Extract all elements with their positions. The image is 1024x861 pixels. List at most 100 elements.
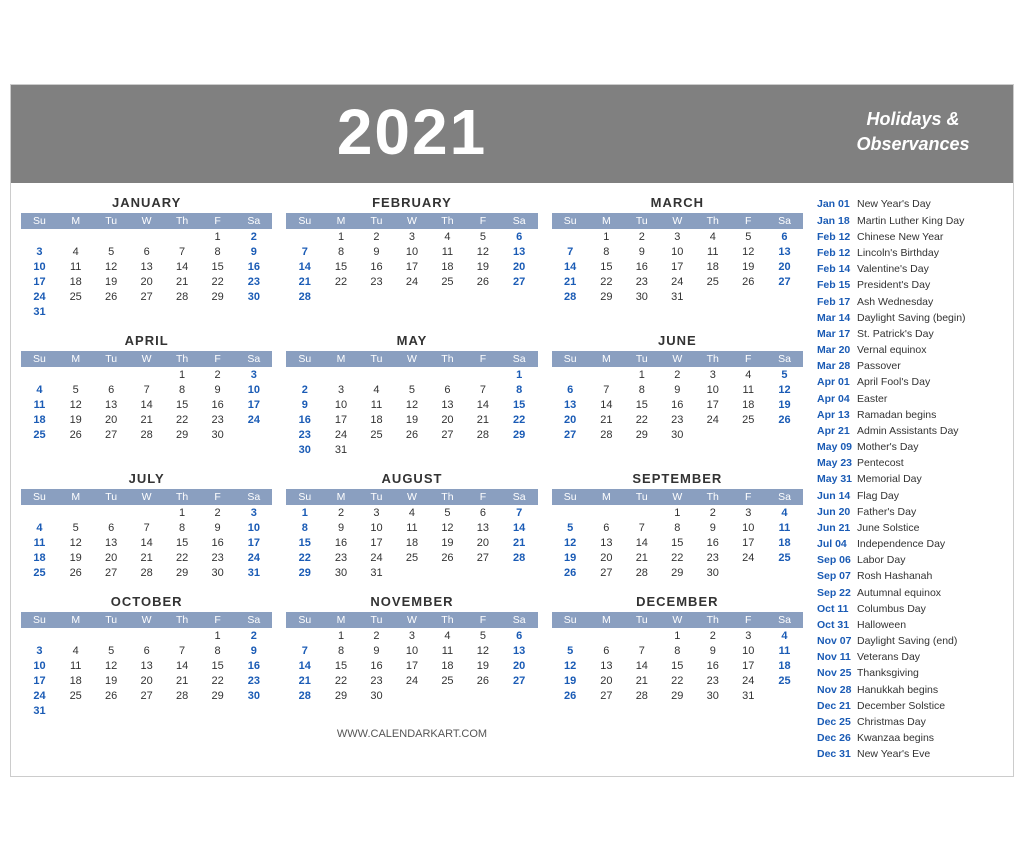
cal-day: 1 bbox=[660, 505, 695, 520]
month-name: NOVEMBER bbox=[286, 594, 537, 609]
cal-day: 10 bbox=[731, 643, 766, 658]
cal-day: 14 bbox=[465, 397, 500, 412]
month-block-november: NOVEMBERSuMTuWThFSa123456789101112131415… bbox=[284, 590, 539, 722]
holiday-name: New Year's Day bbox=[857, 197, 931, 211]
cal-day: 28 bbox=[129, 565, 164, 580]
cal-day: 23 bbox=[359, 673, 394, 688]
cal-day: 21 bbox=[501, 535, 538, 550]
cal-day: 8 bbox=[660, 643, 695, 658]
cal-day: 20 bbox=[501, 658, 538, 673]
weekday-header: Tu bbox=[624, 612, 659, 628]
cal-day: 28 bbox=[286, 688, 323, 703]
weekday-header: Su bbox=[286, 213, 323, 229]
cal-day: 23 bbox=[660, 412, 695, 427]
holiday-name: Halloween bbox=[857, 618, 906, 632]
cal-day: 31 bbox=[660, 289, 695, 304]
cal-day: 25 bbox=[731, 412, 766, 427]
holiday-row: Nov 07Daylight Saving (end) bbox=[817, 634, 1001, 648]
cal-day: 12 bbox=[731, 244, 766, 259]
cal-day: 14 bbox=[552, 259, 589, 274]
cal-day: 9 bbox=[624, 244, 659, 259]
weekday-header: M bbox=[58, 351, 93, 367]
cal-day: 28 bbox=[624, 565, 659, 580]
cal-day: 6 bbox=[501, 229, 538, 244]
cal-day bbox=[286, 367, 323, 382]
holiday-name: President's Day bbox=[857, 278, 930, 292]
cal-day bbox=[589, 505, 624, 520]
weekday-header: Tu bbox=[93, 351, 128, 367]
cal-table-september: SuMTuWThFSa12345678910111213141516171819… bbox=[552, 489, 803, 580]
cal-day: 3 bbox=[359, 505, 394, 520]
weekday-header: F bbox=[465, 489, 500, 505]
cal-day: 22 bbox=[164, 412, 200, 427]
cal-day: 29 bbox=[200, 289, 235, 304]
cal-day: 9 bbox=[695, 520, 731, 535]
cal-day: 3 bbox=[695, 367, 731, 382]
cal-day: 19 bbox=[430, 535, 466, 550]
holiday-row: Feb 12Lincoln's Birthday bbox=[817, 246, 1001, 260]
cal-day: 20 bbox=[129, 274, 164, 289]
cal-day: 2 bbox=[359, 628, 394, 643]
cal-day: 18 bbox=[766, 535, 803, 550]
cal-day: 11 bbox=[430, 244, 466, 259]
cal-day: 11 bbox=[695, 244, 731, 259]
cal-day: 17 bbox=[660, 259, 695, 274]
holiday-row: Mar 17St. Patrick's Day bbox=[817, 327, 1001, 341]
cal-day: 9 bbox=[695, 643, 731, 658]
cal-day: 31 bbox=[323, 442, 358, 457]
cal-day: 5 bbox=[394, 382, 429, 397]
month-block-june: JUNESuMTuWThFSa1234567891011121314151617… bbox=[550, 329, 805, 461]
cal-day: 7 bbox=[589, 382, 624, 397]
cal-day: 10 bbox=[323, 397, 358, 412]
cal-day: 20 bbox=[589, 550, 624, 565]
cal-day: 2 bbox=[624, 229, 659, 244]
cal-day bbox=[624, 628, 659, 643]
cal-day: 1 bbox=[200, 628, 235, 643]
cal-day: 2 bbox=[660, 367, 695, 382]
cal-day: 24 bbox=[235, 412, 272, 427]
month-name: SEPTEMBER bbox=[552, 471, 803, 486]
weekday-header: Su bbox=[552, 213, 589, 229]
cal-day: 9 bbox=[359, 643, 394, 658]
cal-day: 15 bbox=[164, 535, 200, 550]
cal-day: 24 bbox=[21, 688, 58, 703]
month-name: OCTOBER bbox=[21, 594, 272, 609]
cal-day: 11 bbox=[731, 382, 766, 397]
cal-day: 31 bbox=[21, 304, 58, 319]
cal-day: 13 bbox=[93, 397, 128, 412]
holiday-row: Mar 14Daylight Saving (begin) bbox=[817, 311, 1001, 325]
cal-day: 15 bbox=[323, 259, 358, 274]
holiday-name: Labor Day bbox=[857, 553, 905, 567]
cal-day bbox=[359, 442, 394, 457]
cal-table-february: SuMTuWThFSa12345678910111213141516171819… bbox=[286, 213, 537, 304]
cal-day: 22 bbox=[200, 673, 235, 688]
cal-day: 7 bbox=[129, 520, 164, 535]
cal-day: 12 bbox=[465, 244, 500, 259]
cal-day: 3 bbox=[235, 367, 272, 382]
month-block-october: OCTOBERSuMTuWThFSa1234567891011121314151… bbox=[19, 590, 274, 722]
cal-day: 7 bbox=[286, 643, 323, 658]
month-block-april: APRILSuMTuWThFSa123456789101112131415161… bbox=[19, 329, 274, 461]
year-area: 2021 bbox=[11, 95, 813, 169]
cal-day: 17 bbox=[359, 535, 394, 550]
holiday-row: Apr 21Admin Assistants Day bbox=[817, 424, 1001, 438]
cal-day: 16 bbox=[359, 658, 394, 673]
cal-day bbox=[129, 229, 164, 244]
cal-day: 8 bbox=[200, 643, 235, 658]
cal-day bbox=[58, 229, 93, 244]
cal-day: 5 bbox=[552, 520, 589, 535]
holiday-name: Mother's Day bbox=[857, 440, 919, 454]
cal-day bbox=[695, 427, 731, 442]
holiday-date: Apr 13 bbox=[817, 408, 853, 422]
year-title: 2021 bbox=[11, 95, 813, 169]
cal-day: 16 bbox=[695, 535, 731, 550]
cal-day: 13 bbox=[501, 643, 538, 658]
cal-day bbox=[731, 565, 766, 580]
cal-day bbox=[731, 289, 766, 304]
cal-day: 19 bbox=[58, 412, 93, 427]
cal-day: 28 bbox=[501, 550, 538, 565]
cal-day bbox=[21, 229, 58, 244]
cal-day: 25 bbox=[766, 550, 803, 565]
cal-day: 8 bbox=[501, 382, 538, 397]
holiday-date: Nov 07 bbox=[817, 634, 853, 648]
